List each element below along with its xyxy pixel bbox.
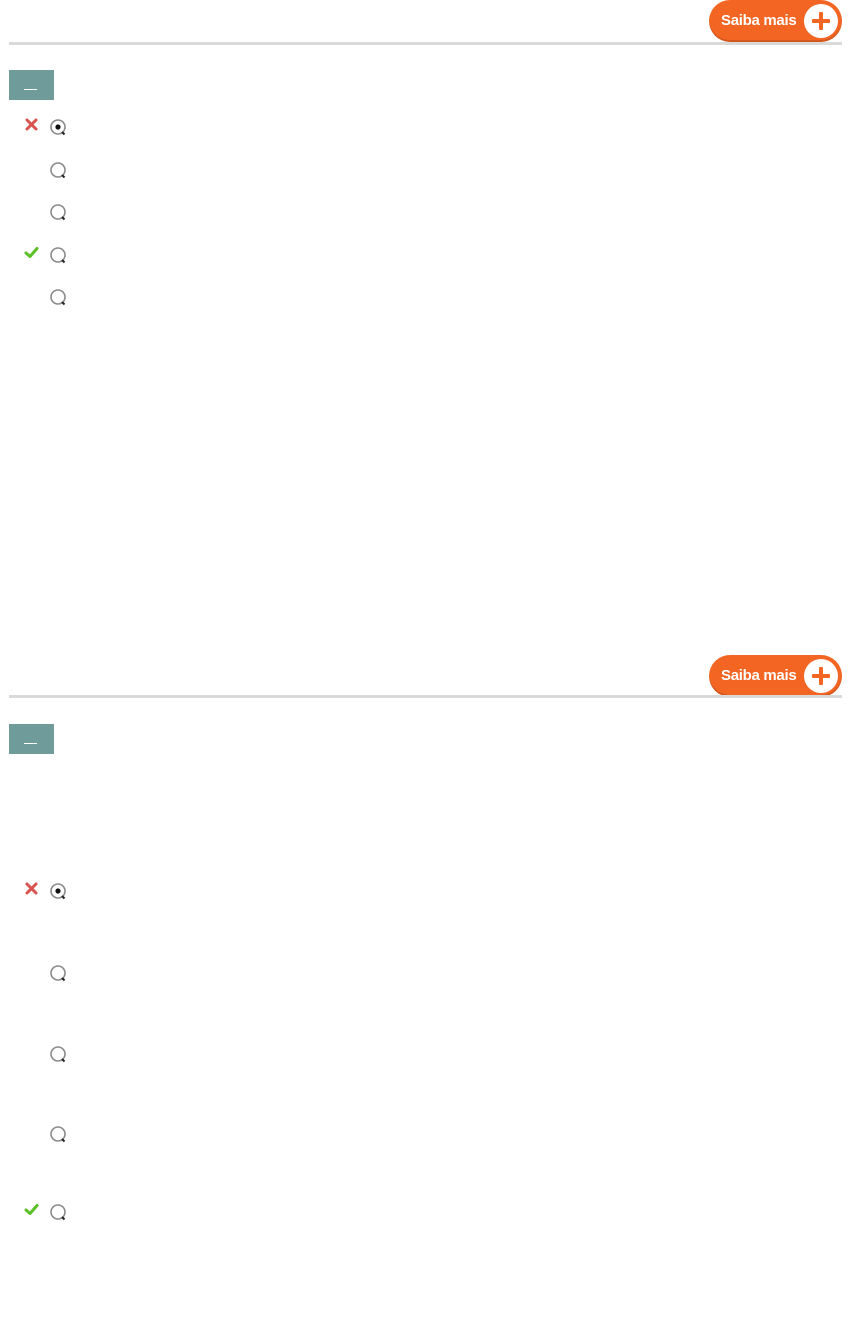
radio-button[interactable] (49, 1125, 67, 1143)
check-icon (24, 245, 39, 260)
cross-icon (24, 881, 39, 896)
radio-button[interactable] (49, 1045, 67, 1063)
answer-option[interactable] (0, 160, 851, 182)
answer-option[interactable] (0, 1124, 851, 1146)
saiba-mais-label: Saiba mais (721, 667, 797, 684)
plus-circle-icon (804, 4, 838, 38)
check-icon (24, 1202, 39, 1217)
section-divider (9, 42, 842, 45)
badge-underline (24, 89, 37, 90)
radio-button[interactable] (49, 161, 67, 179)
question-number-badge (9, 724, 54, 754)
radio-button[interactable] (49, 203, 67, 221)
saiba-mais-button[interactable]: Saiba mais (709, 0, 842, 42)
answer-option[interactable] (0, 202, 851, 224)
answer-option[interactable] (0, 881, 851, 903)
question-block-1: Saiba mais (0, 0, 851, 640)
radio-button[interactable] (49, 964, 67, 982)
radio-button-selected[interactable] (49, 118, 67, 136)
radio-button[interactable] (49, 1203, 67, 1221)
answer-option[interactable] (0, 117, 851, 139)
plus-circle-icon (804, 659, 838, 693)
answer-option[interactable] (0, 963, 851, 985)
question-number-badge (9, 70, 54, 100)
radio-button[interactable] (49, 246, 67, 264)
saiba-mais-button[interactable]: Saiba mais (709, 655, 842, 697)
section-divider (9, 695, 842, 698)
radio-button[interactable] (49, 288, 67, 306)
saiba-mais-label: Saiba mais (721, 12, 797, 29)
answer-option[interactable] (0, 1202, 851, 1224)
question-block-2: Saiba mais (0, 652, 851, 1344)
badge-underline (24, 743, 37, 744)
radio-button-selected[interactable] (49, 882, 67, 900)
cross-icon (24, 117, 39, 132)
page: Saiba mais Saiba mais (0, 0, 851, 1344)
answer-option[interactable] (0, 1044, 851, 1066)
answer-option[interactable] (0, 287, 851, 309)
answer-option[interactable] (0, 245, 851, 267)
